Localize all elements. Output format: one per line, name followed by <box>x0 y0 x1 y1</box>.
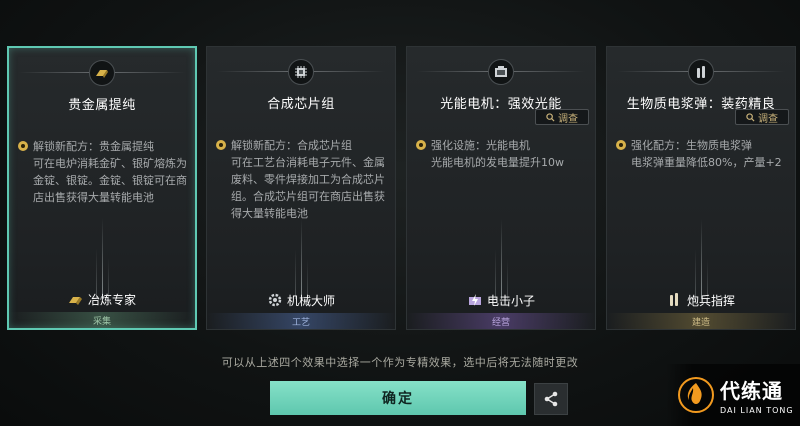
card-chipset[interactable]: 合成芯片组 解锁新配方：合成芯片组 可在工艺台消耗电子元件、金属废料、零件焊接加… <box>206 46 396 330</box>
skill-badge: 冶炼专家 <box>9 290 195 308</box>
gear-icon <box>268 293 282 307</box>
upgrade-icon <box>616 140 626 150</box>
chip-icon <box>288 59 314 85</box>
inspect-label: 调查 <box>558 113 578 125</box>
category-label: 经营 <box>407 313 595 329</box>
light-beam <box>301 219 302 299</box>
inspect-label: 调查 <box>758 113 778 125</box>
card-precious-metal[interactable]: 贵金属提纯 解锁新配方：贵金属提纯 可在电炉消耗金矿、银矿熔炼为金锭、银锭。金锭… <box>7 46 197 330</box>
inspect-button[interactable]: 调查 <box>535 109 589 125</box>
upgrade-icon <box>416 140 426 150</box>
card-title: 合成芯片组 <box>267 97 335 112</box>
skill-name: 机械大师 <box>286 293 335 308</box>
logo-subtext: DAI LIAN TONG <box>720 406 794 415</box>
gold-bar-icon <box>68 297 82 305</box>
card-description: 强化配方：生物质电浆弹 电浆弹重量降低80%，产量+2 <box>631 139 782 169</box>
gold-bar-icon <box>89 60 115 86</box>
card-solar-motor[interactable]: 光能电机：强效光能 调查 强化设施：光能电机 光能电机的发电量提升10w 电击小… <box>406 46 596 330</box>
unlock-icon <box>18 141 28 151</box>
logo-text: 代练通 <box>720 379 783 403</box>
card-description: 解锁新配方：贵金属提纯 可在电炉消耗金矿、银矿熔炼为金锭、银锭。金锭、银锭可在商… <box>33 140 187 204</box>
skill-name: 冶炼专家 <box>87 292 136 307</box>
skill-name: 炮兵指挥 <box>686 293 735 308</box>
share-button[interactable] <box>534 383 568 415</box>
category-label: 采集 <box>9 312 195 328</box>
generator-icon <box>488 59 514 85</box>
inspect-button[interactable]: 调查 <box>735 109 789 125</box>
skill-badge: 电击小子 <box>407 291 595 309</box>
skill-name: 电击小子 <box>486 293 535 308</box>
shell-icon <box>688 59 714 85</box>
category-label: 建造 <box>607 313 795 329</box>
skill-badge: 机械大师 <box>207 291 395 309</box>
card-description: 强化设施：光能电机 光能电机的发电量提升10w <box>431 139 564 169</box>
search-icon <box>746 112 755 122</box>
shell-icon <box>669 293 678 306</box>
watermark-logo: 代练通 DAI LIAN TONG <box>666 364 800 426</box>
confirm-button[interactable]: 确定 <box>270 381 526 415</box>
light-beam <box>501 219 502 299</box>
card-title: 贵金属提纯 <box>68 98 136 113</box>
card-plasma-shell[interactable]: 生物质电浆弹：装药精良 调查 强化配方：生物质电浆弹 电浆弹重量降低80%，产量… <box>606 46 796 330</box>
flame-logo-icon <box>678 377 714 413</box>
category-label: 工艺 <box>207 313 395 329</box>
unlock-icon <box>216 140 226 150</box>
specialization-cards: 贵金属提纯 解锁新配方：贵金属提纯 可在电炉消耗金矿、银矿熔炼为金锭、银锭。金锭… <box>0 0 800 340</box>
light-beam <box>701 219 702 299</box>
skill-badge: 炮兵指挥 <box>607 291 795 309</box>
share-icon <box>544 391 558 407</box>
lightning-icon <box>468 294 481 306</box>
card-description: 解锁新配方：合成芯片组 可在工艺台消耗电子元件、金属废料、零件焊接加工为合成芯片… <box>231 139 385 220</box>
search-icon <box>546 112 555 122</box>
light-beam <box>102 218 103 298</box>
